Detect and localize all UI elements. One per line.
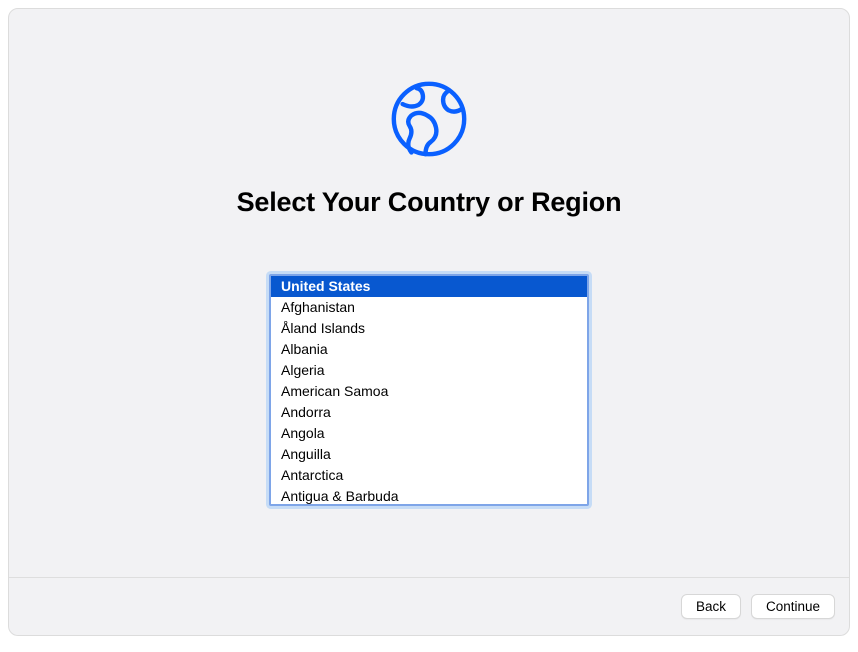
country-option[interactable]: Albania [271,339,587,360]
content-area: Select Your Country or Region United Sta… [9,9,849,577]
country-option[interactable]: Antigua & Barbuda [271,486,587,506]
footer-bar: Back Continue [9,577,849,635]
back-button[interactable]: Back [681,594,741,619]
page-title: Select Your Country or Region [237,187,622,218]
continue-button[interactable]: Continue [751,594,835,619]
country-option[interactable]: Angola [271,423,587,444]
country-option[interactable]: Anguilla [271,444,587,465]
setup-window: Select Your Country or Region United Sta… [8,8,850,636]
country-option[interactable]: Åland Islands [271,318,587,339]
country-option[interactable]: American Samoa [271,381,587,402]
country-listbox[interactable]: United StatesAfghanistanÅland IslandsAlb… [269,274,589,506]
country-option[interactable]: Andorra [271,402,587,423]
country-option[interactable]: Antarctica [271,465,587,486]
country-option[interactable]: United States [271,276,587,297]
country-option[interactable]: Algeria [271,360,587,381]
country-option[interactable]: Afghanistan [271,297,587,318]
globe-icon [385,75,473,163]
